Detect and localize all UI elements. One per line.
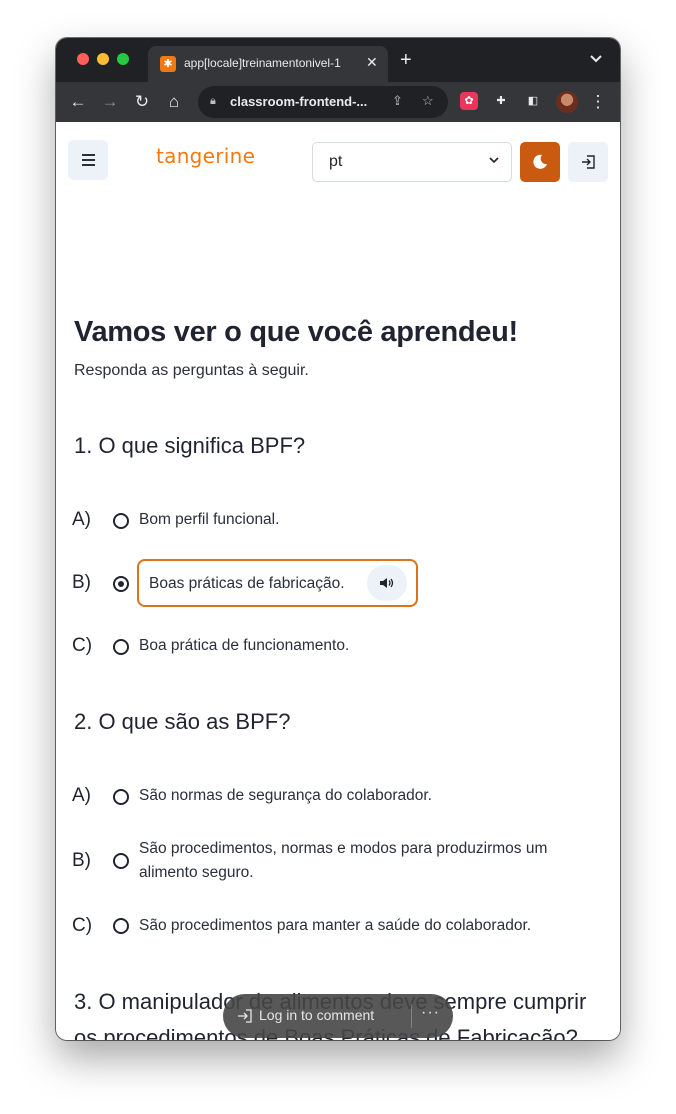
share-icon[interactable]: ⇪ <box>392 93 403 109</box>
dark-mode-toggle-button[interactable] <box>520 142 560 182</box>
q1-option-b-letter: B) <box>72 572 91 593</box>
address-bar[interactable]: 🔒︎ classroom-frontend-... ⇪ ☆ <box>198 86 448 118</box>
q1-option-a-text[interactable]: Bom perfil funcional. <box>139 508 579 532</box>
question-1-text: 1. O que significa BPF? <box>74 433 306 458</box>
tab-close-icon[interactable]: ✕ <box>366 54 378 71</box>
maximize-window-button[interactable] <box>117 53 129 65</box>
login-arrow-icon <box>238 1009 252 1023</box>
q2-option-a-radio[interactable] <box>113 789 129 805</box>
q1-option-c-letter: C) <box>72 635 93 656</box>
tab-strip: ✱ app[locale]treinamentonivel-1 ✕ + <box>56 38 620 82</box>
minimize-window-button[interactable] <box>97 53 109 65</box>
q2-option-b-letter: B) <box>72 850 91 871</box>
url-text: classroom-frontend-... <box>230 94 368 109</box>
page-subtitle: Responda as perguntas à seguir. <box>74 362 309 379</box>
q1-option-a-letter: A) <box>72 509 91 530</box>
forward-arrow-icon[interactable]: → <box>98 90 122 114</box>
home-icon[interactable]: ⌂ <box>162 90 186 114</box>
comment-bar-divider <box>411 1004 412 1028</box>
more-options-icon[interactable]: ··· <box>421 1004 440 1022</box>
logout-button[interactable] <box>568 142 608 182</box>
language-select[interactable]: pt <box>312 142 512 182</box>
page-content: tangerine pt Vamos ver o que você aprend… <box>56 122 620 1040</box>
side-panel-icon[interactable]: ◧ <box>524 92 542 110</box>
chevron-down-icon <box>489 157 499 164</box>
q2-option-a-letter: A) <box>72 785 91 806</box>
page-title: Vamos ver o que você aprendeu! <box>74 316 518 348</box>
comment-bar[interactable]: Log in to comment ··· <box>223 994 453 1038</box>
reload-icon[interactable]: ↻ <box>130 90 154 114</box>
q1-option-b-selected-card[interactable]: Boas práticas de fabricação. <box>137 559 418 607</box>
q2-option-c-text[interactable]: São procedimentos para manter a saúde do… <box>139 914 579 938</box>
browser-menu-icon[interactable]: ⋮ <box>586 90 610 114</box>
speaker-icon <box>380 578 394 588</box>
logout-icon <box>582 155 595 169</box>
q2-option-b-text[interactable]: São procedimentos, normas e modos para p… <box>139 837 579 885</box>
extensions-puzzle-icon[interactable]: ✚ <box>492 92 510 110</box>
q1-option-b-text[interactable]: Boas práticas de fabricação. <box>149 572 359 596</box>
site-favicon-icon: ✱ <box>160 56 176 72</box>
plus-icon[interactable]: + <box>400 50 412 70</box>
q1-option-c-text[interactable]: Boa prática de funcionamento. <box>139 634 579 658</box>
tab-title: app[locale]treinamentonivel-1 <box>184 56 341 70</box>
question-2-text: 2. O que são as BPF? <box>74 709 291 734</box>
language-select-value: pt <box>329 153 343 170</box>
q1-option-a-radio[interactable] <box>113 513 129 529</box>
moon-icon <box>533 154 547 169</box>
q1-option-c-radio[interactable] <box>113 639 129 655</box>
bookmark-star-icon[interactable]: ☆ <box>422 93 434 109</box>
play-audio-button[interactable] <box>367 565 407 601</box>
tangerine-logo[interactable]: tangerine <box>156 144 255 168</box>
q2-option-c-letter: C) <box>72 915 93 936</box>
menu-icon <box>82 154 95 156</box>
close-window-button[interactable] <box>77 53 89 65</box>
tab-search-chevron-icon[interactable] <box>590 52 602 66</box>
q2-option-a-text[interactable]: São normas de segurança do colaborador. <box>139 784 579 808</box>
login-to-comment-link[interactable]: Log in to comment <box>259 1007 374 1023</box>
back-arrow-icon[interactable]: ← <box>66 90 90 114</box>
browser-tab-active[interactable]: ✱ app[locale]treinamentonivel-1 ✕ <box>148 46 388 82</box>
lock-icon: 🔒︎ <box>210 95 216 107</box>
extension-app-icon[interactable]: ✿ <box>460 92 478 110</box>
hamburger-menu-button[interactable] <box>68 140 108 180</box>
browser-window: ✱ app[locale]treinamentonivel-1 ✕ + ← → … <box>56 38 620 1040</box>
profile-avatar[interactable] <box>556 91 578 113</box>
q2-option-b-radio[interactable] <box>113 853 129 869</box>
q1-option-b-radio[interactable] <box>113 576 129 592</box>
q2-option-c-radio[interactable] <box>113 918 129 934</box>
browser-toolbar: ← → ↻ ⌂ 🔒︎ classroom-frontend-... ⇪ ☆ ✿ … <box>56 82 620 122</box>
